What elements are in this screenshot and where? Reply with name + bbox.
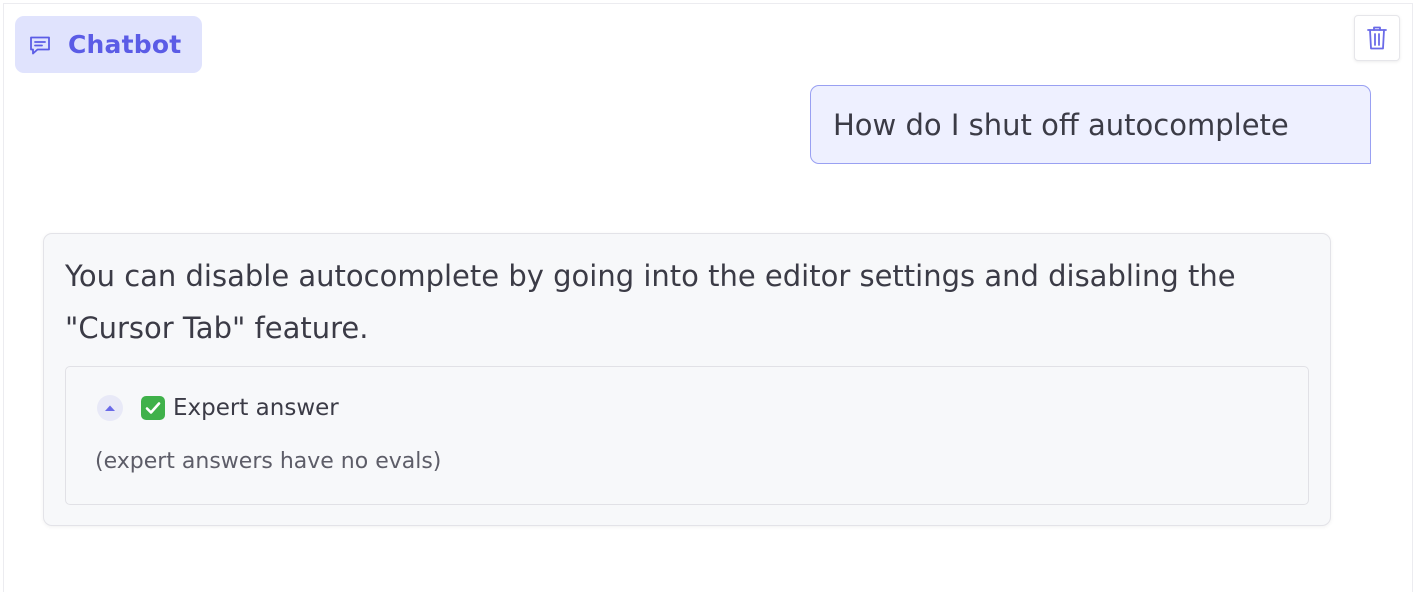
- expert-answer-label: Expert answer: [173, 395, 339, 421]
- user-message-bubble: How do I shut off autocomplete: [810, 85, 1371, 164]
- clear-chat-button[interactable]: [1354, 15, 1400, 61]
- chevron-up-icon[interactable]: [97, 395, 123, 421]
- bot-message-bubble: You can disable autocomplete by going in…: [43, 233, 1331, 526]
- chatbot-label: Chatbot: [15, 16, 202, 73]
- check-mark-icon: [141, 396, 165, 420]
- expert-answer-toggle[interactable]: Expert answer: [97, 395, 339, 421]
- chatbot-title: Chatbot: [68, 30, 182, 59]
- trash-icon: [1366, 25, 1388, 51]
- expert-answer-note: (expert answers have no evals): [95, 449, 442, 474]
- user-message-text: How do I shut off autocomplete: [833, 107, 1289, 142]
- bot-message-text: You can disable autocomplete by going in…: [65, 259, 1236, 345]
- chat-bubble-icon: [28, 33, 52, 57]
- expert-answer-panel: Expert answer (expert answers have no ev…: [65, 366, 1309, 505]
